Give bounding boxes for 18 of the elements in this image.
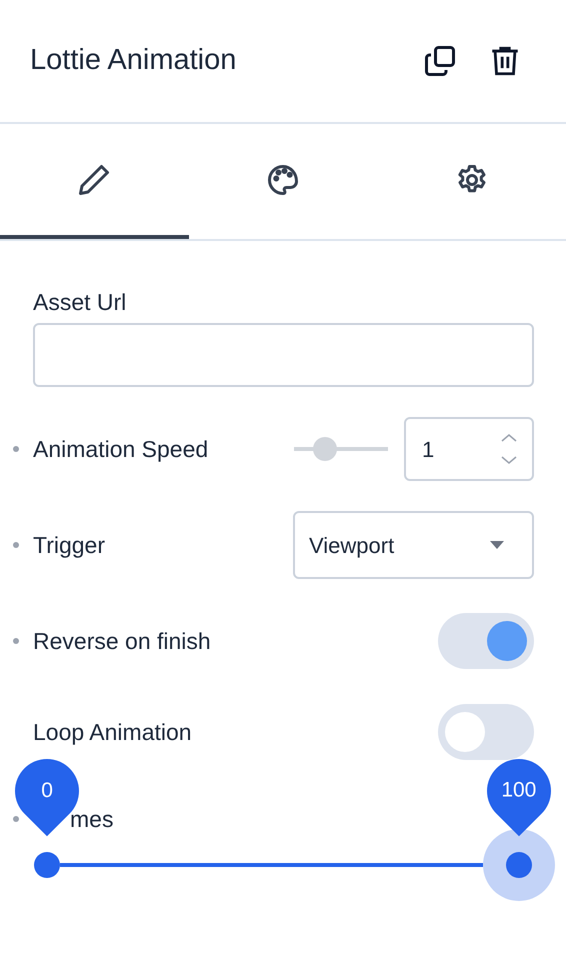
slider-thumb[interactable] <box>313 437 338 461</box>
range-handle[interactable] <box>34 852 60 878</box>
speed-slider[interactable] <box>294 437 388 461</box>
range-slider[interactable] <box>34 852 532 878</box>
input-field[interactable] <box>33 323 534 387</box>
copy-icon <box>422 43 458 79</box>
field-label: mes <box>70 804 114 834</box>
stepper-icon[interactable] <box>500 432 518 466</box>
field-label: Animation Speed <box>33 434 208 464</box>
trigger-dropdown[interactable]: Viewport <box>293 511 534 579</box>
panel-title: Lottie Animation <box>30 43 236 78</box>
field-label: Trigger <box>33 530 105 560</box>
field-label: Asset Url <box>33 288 126 317</box>
caret-icon <box>490 541 504 549</box>
duplicate-button[interactable] <box>422 43 458 79</box>
field-label: Reverse on finish <box>33 626 211 656</box>
number-field[interactable]: 1 <box>404 417 534 481</box>
field-label: Loop Animation <box>33 718 192 747</box>
